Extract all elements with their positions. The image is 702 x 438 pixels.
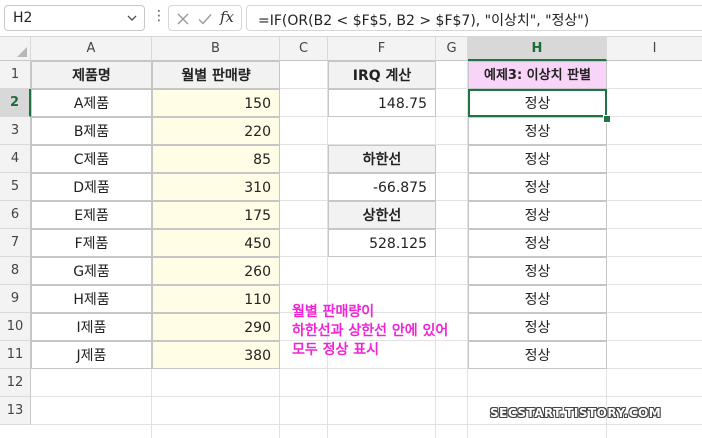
table-cell-sales[interactable]: 450 — [152, 229, 280, 257]
column-header-b[interactable]: B — [152, 37, 280, 61]
formula-text: =IF(OR(B2 < $F$5, B2 > $F$7), "이상치", "정상… — [258, 13, 590, 29]
table-cell-sales[interactable]: 260 — [152, 257, 280, 285]
row-header-13[interactable]: 13 — [0, 397, 31, 425]
table-cell-product[interactable]: I제품 — [31, 313, 152, 341]
result-cell[interactable]: 정상 — [468, 173, 607, 201]
spreadsheet-grid: A B C F G H I 1 2 3 4 5 6 7 8 9 10 11 12… — [0, 37, 702, 438]
iqr-header[interactable]: IRQ 계산 — [328, 61, 436, 89]
name-box-value: H2 — [13, 10, 33, 26]
row-header-5[interactable]: 5 — [0, 173, 31, 201]
annotation-line: 모두 정상 표시 — [292, 342, 380, 358]
table-cell-product[interactable]: J제품 — [31, 341, 152, 369]
table-cell-sales[interactable]: 310 — [152, 173, 280, 201]
annotation-line: 월별 판매량이 — [292, 304, 375, 320]
check-icon[interactable] — [197, 11, 213, 27]
column-header-h[interactable]: H — [468, 37, 607, 61]
column-header-a[interactable]: A — [31, 37, 152, 61]
row-header-2[interactable]: 2 — [0, 89, 31, 117]
table-cell-product[interactable]: G제품 — [31, 257, 152, 285]
table-cell-product[interactable]: F제품 — [31, 229, 152, 257]
watermark: SECSTART.TISTORY.COM — [490, 406, 662, 420]
result-cell[interactable]: 정상 — [468, 313, 607, 341]
row-header-7[interactable]: 7 — [0, 229, 31, 257]
select-all-button[interactable] — [0, 37, 31, 61]
chevron-down-icon[interactable] — [125, 9, 139, 27]
table-cell-sales[interactable]: 175 — [152, 201, 280, 229]
row-header-11[interactable]: 11 — [0, 341, 31, 369]
insert-function-icon[interactable]: fx — [220, 8, 234, 26]
row-header-1[interactable]: 1 — [0, 61, 31, 89]
upper-bound-label[interactable]: 상한선 — [328, 201, 436, 229]
result-cell[interactable]: 정상 — [468, 201, 607, 229]
table-cell-product[interactable]: C제품 — [31, 145, 152, 173]
result-cell[interactable]: 정상 — [468, 257, 607, 285]
formula-input[interactable]: =IF(OR(B2 < $F$5, B2 > $F$7), "이상치", "정상… — [246, 5, 702, 31]
result-cell[interactable]: 정상 — [468, 341, 607, 369]
row-header-6[interactable]: 6 — [0, 201, 31, 229]
formula-buttons: fx — [168, 5, 242, 31]
fill-handle[interactable] — [603, 115, 611, 123]
table-cell-product[interactable]: B제품 — [31, 117, 152, 145]
annotation-note: 월별 판매량이 하한선과 상한선 안에 있어 모두 정상 표시 — [292, 303, 448, 360]
column-header-c[interactable]: C — [280, 37, 328, 61]
formula-bar: H2 ⋮ fx =IF(OR(B2 < $F$5, B2 > $F$7), "이… — [0, 0, 702, 37]
column-header-f[interactable]: F — [328, 37, 436, 61]
header-monthly-sales[interactable]: 월별 판매량 — [152, 61, 280, 89]
table-cell-product[interactable]: E제품 — [31, 201, 152, 229]
result-cell[interactable]: 정상 — [468, 117, 607, 145]
table-cell-product[interactable]: D제품 — [31, 173, 152, 201]
table-cell-sales[interactable]: 380 — [152, 341, 280, 369]
table-cell-product[interactable]: H제품 — [31, 285, 152, 313]
select-all-triangle-icon — [17, 47, 27, 57]
table-cell-sales[interactable]: 85 — [152, 145, 280, 173]
column-header-i[interactable]: I — [607, 37, 702, 61]
table-cell-sales[interactable]: 220 — [152, 117, 280, 145]
row-header-4[interactable]: 4 — [0, 145, 31, 173]
cancel-icon[interactable] — [175, 11, 191, 27]
header-product-name[interactable]: 제품명 — [31, 61, 152, 89]
column-header-g[interactable]: G — [436, 37, 468, 61]
table-cell-product[interactable]: A제품 — [31, 89, 152, 117]
row-header-8[interactable]: 8 — [0, 257, 31, 285]
result-cell[interactable]: 정상 — [468, 145, 607, 173]
annotation-line: 하한선과 상한선 안에 있어 — [292, 323, 449, 339]
result-cell[interactable]: 정상 — [468, 285, 607, 313]
row-header-10[interactable]: 10 — [0, 313, 31, 341]
table-cell-sales[interactable]: 150 — [152, 89, 280, 117]
lower-bound-value[interactable]: -66.875 — [328, 173, 436, 201]
name-box[interactable]: H2 — [4, 5, 145, 31]
result-header[interactable]: 예제3: 이상치 판별 — [468, 61, 607, 89]
upper-bound-value[interactable]: 528.125 — [328, 229, 436, 257]
row-header-3[interactable]: 3 — [0, 117, 31, 145]
more-options-icon[interactable]: ⋮ — [152, 8, 166, 24]
row-header-12[interactable]: 12 — [0, 369, 31, 397]
result-cell[interactable]: 정상 — [468, 229, 607, 257]
result-cell-selected[interactable]: 정상 — [468, 89, 607, 117]
lower-bound-label[interactable]: 하한선 — [328, 145, 436, 173]
iqr-value[interactable]: 148.75 — [328, 89, 436, 117]
table-cell-sales[interactable]: 110 — [152, 285, 280, 313]
table-cell-sales[interactable]: 290 — [152, 313, 280, 341]
row-header-9[interactable]: 9 — [0, 285, 31, 313]
